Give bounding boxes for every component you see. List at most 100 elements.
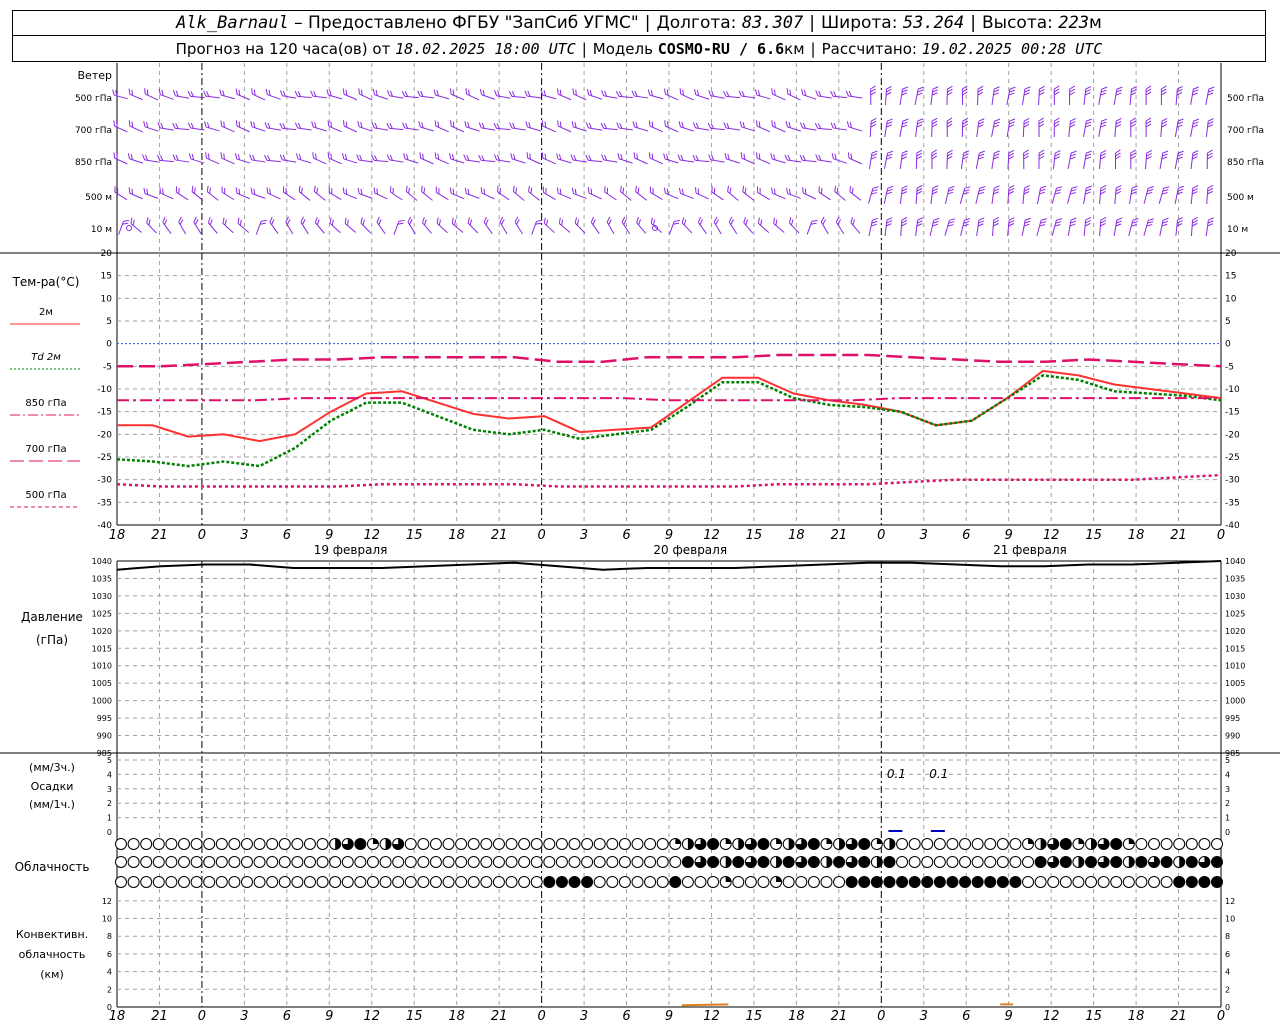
- wind-barb-feather: [947, 85, 953, 90]
- cloud-circle: [631, 838, 644, 850]
- cloud-cover-icon: [455, 856, 468, 868]
- cloud-circle: [707, 876, 720, 888]
- wind-barb-shaft: [282, 95, 297, 99]
- wind-barb-feather: [978, 217, 985, 221]
- wind-barb-shaft: [160, 94, 174, 100]
- wind-barb-shaft: [481, 127, 496, 131]
- wind-barb-shaft: [590, 222, 600, 234]
- wind-level-label-right: 700 гПа: [1227, 126, 1264, 136]
- cloud-fill: [997, 876, 1009, 888]
- wind-barb-shaft: [959, 188, 966, 204]
- cloud-fill: [1186, 876, 1198, 888]
- wind-barb-shaft: [1174, 188, 1179, 204]
- cloud-circle: [467, 876, 480, 888]
- cloud-circle: [656, 856, 669, 868]
- cloud-circle: [303, 838, 316, 850]
- wind-barb-shaft: [848, 157, 862, 165]
- cloud-cover-icon: [996, 876, 1009, 888]
- wind-barb: [128, 120, 143, 133]
- wind-barb-feather: [481, 155, 485, 161]
- wind-barb-shaft: [788, 222, 800, 234]
- wind-barb-feather: [1192, 185, 1199, 189]
- wind-barb: [650, 217, 663, 234]
- cloud-cover-icon: [366, 856, 379, 868]
- cloud-cover-icon: [669, 838, 682, 850]
- wind-barb-feather: [1054, 123, 1060, 128]
- cloud-circle: [392, 876, 405, 888]
- wind-barb-feather: [1193, 118, 1200, 122]
- wind-barb-feather: [433, 89, 437, 96]
- cloud-circle: [140, 838, 153, 850]
- wind-barb-shaft: [930, 187, 934, 205]
- temp-tick-label: -30: [97, 476, 112, 486]
- wind-barb-shaft: [772, 125, 786, 133]
- wind-barb-shaft: [756, 125, 771, 133]
- cloud-cover-icon: [908, 856, 921, 868]
- wind-barb: [449, 88, 465, 101]
- cloud-circle: [291, 838, 304, 850]
- wind-barb: [250, 187, 266, 199]
- wind-barb-shaft: [806, 221, 813, 235]
- wind-barb-feather: [1100, 216, 1107, 221]
- wind-barb-feather: [187, 122, 192, 129]
- wind-barb-feather: [917, 86, 924, 90]
- cloud-cover-icon: [1047, 876, 1060, 888]
- wind-barb: [930, 86, 939, 105]
- cloud-cover-icon: [291, 838, 304, 850]
- cloud-cover-icon: [467, 856, 480, 868]
- time-tick-label: 15: [1085, 528, 1102, 543]
- wind-barb-feather: [801, 88, 804, 95]
- wind-barb-feather: [1116, 86, 1123, 90]
- conv-tick-label-right: 2: [1225, 985, 1230, 994]
- wind-barb-feather: [815, 154, 819, 161]
- cloud-fill: [669, 876, 681, 888]
- wind-barb-shaft: [450, 158, 465, 164]
- wind-barb: [434, 120, 449, 133]
- wind-barb-feather: [1131, 185, 1138, 189]
- wind-barb: [1006, 86, 1016, 105]
- cloud-cover-icon: [1085, 876, 1098, 888]
- cloud-circle: [278, 876, 291, 888]
- wind-barb: [556, 88, 572, 101]
- wind-barb: [526, 152, 541, 165]
- cloud-cover-icon: [807, 856, 820, 868]
- wind-barb-feather: [902, 86, 909, 90]
- wind-barb-shaft: [359, 93, 373, 101]
- wind-barb-shaft: [835, 221, 845, 235]
- wind-barb-shaft: [883, 188, 889, 204]
- cloud-circle: [1160, 876, 1173, 888]
- wind-barb-feather: [1147, 186, 1154, 189]
- wind-barb-shaft: [787, 93, 801, 101]
- cloud-fill: [946, 876, 958, 888]
- wind-barb-feather: [204, 121, 207, 128]
- wind-barb: [1128, 218, 1139, 236]
- cloud-cover-icon: [203, 876, 216, 888]
- pressure-tick-label-right: 1015: [1225, 644, 1245, 653]
- wind-barb-feather: [1130, 149, 1136, 154]
- wind-barb-shaft: [634, 126, 649, 132]
- cloud-circle: [253, 856, 266, 868]
- cloud-cover-icon: [266, 838, 279, 850]
- wind-barb: [697, 216, 707, 235]
- wind-barb-shaft: [603, 95, 618, 99]
- wind-barb-shaft: [483, 222, 493, 234]
- wind-barb: [784, 154, 802, 163]
- cloud-fill: [707, 856, 719, 868]
- wind-barb-shaft: [1114, 120, 1117, 138]
- wind-barb-feather: [604, 186, 606, 193]
- wind-barb-feather: [799, 122, 804, 129]
- wind-barb-feather: [1023, 155, 1029, 160]
- wind-barb-feather: [1100, 153, 1107, 157]
- wind-barb-feather: [221, 186, 223, 193]
- wind-barb-shaft: [297, 95, 312, 99]
- wind-barb: [944, 218, 956, 236]
- wind-barb-shaft: [991, 188, 995, 204]
- cloud-fill: [826, 856, 832, 868]
- cloud-cover-icon: [870, 856, 883, 868]
- wind-barb-feather: [1009, 86, 1016, 90]
- wind-barb-shaft: [481, 94, 495, 100]
- wind-barb-feather: [802, 155, 806, 161]
- wind-barb: [742, 185, 755, 201]
- wind-barb: [616, 122, 633, 131]
- cloud-circle: [1122, 876, 1135, 888]
